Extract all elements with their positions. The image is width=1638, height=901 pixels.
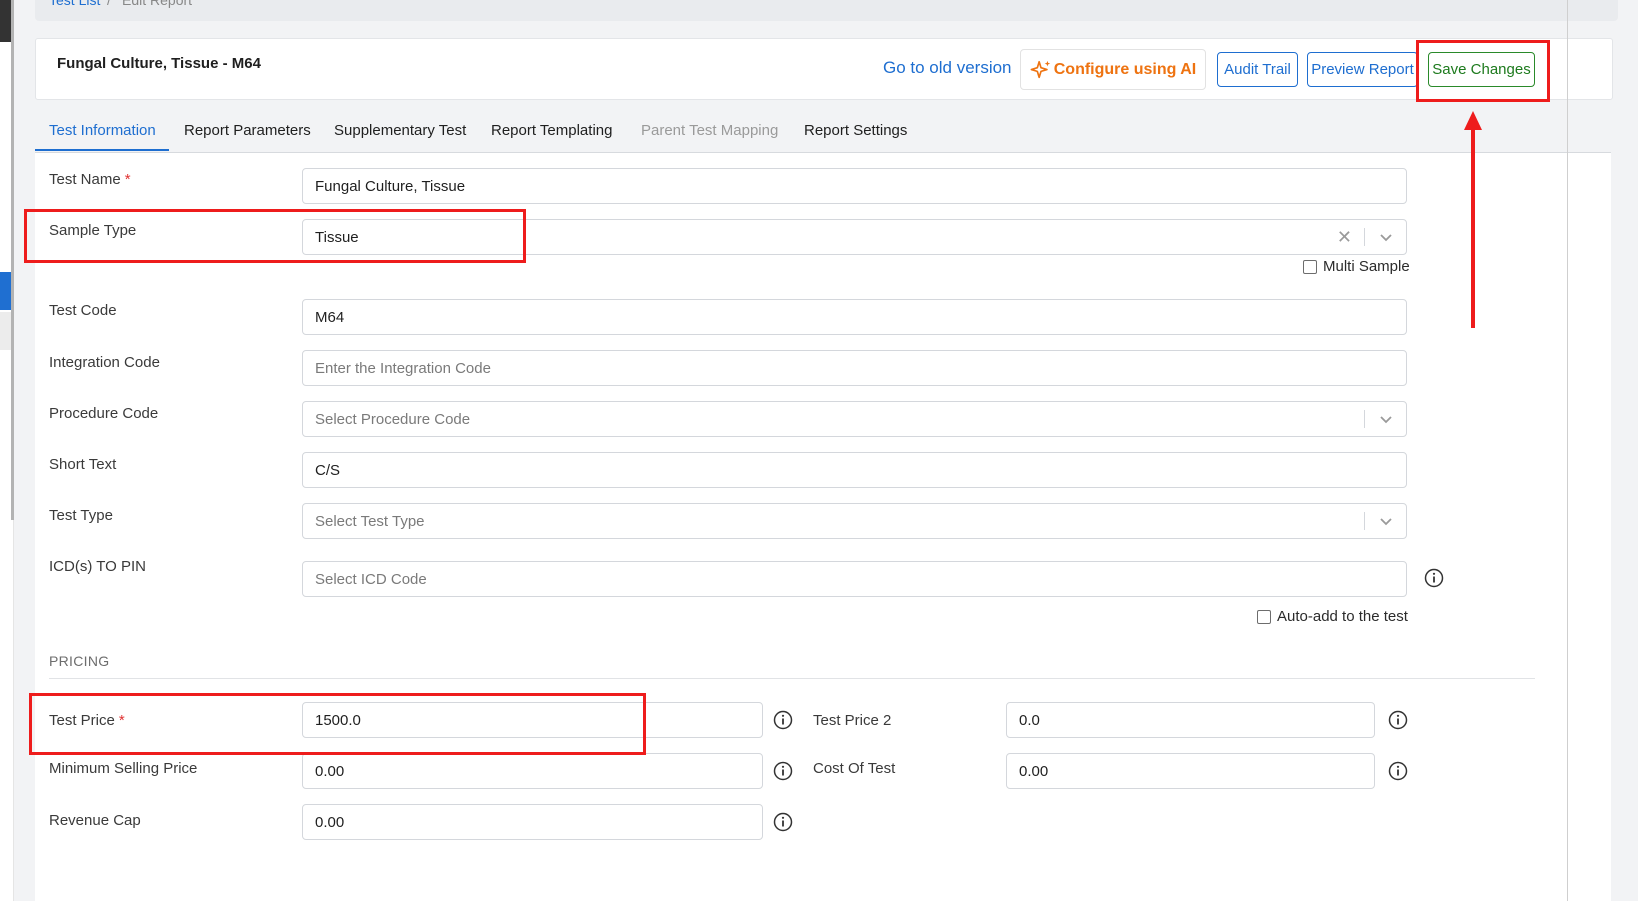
tab-report-templating[interactable]: Report Templating <box>491 122 612 139</box>
left-sidebar-strip <box>0 0 14 901</box>
configure-ai-label: Configure using AI <box>1053 60 1197 78</box>
checkbox-box[interactable] <box>1303 259 1317 274</box>
tab-report-parameters[interactable]: Report Parameters <box>184 122 311 139</box>
select-separator <box>1364 228 1365 246</box>
cost-of-test-label: Cost Of Test <box>813 760 896 777</box>
sidebar-dark-block <box>0 0 11 42</box>
minimum-selling-price-label: Minimum Selling Price <box>49 760 198 777</box>
preview-report-button[interactable]: Preview Report <box>1307 52 1418 87</box>
info-icon[interactable] <box>1424 568 1444 588</box>
tab-parent-test-mapping: Parent Test Mapping <box>641 122 779 139</box>
revenue-cap-label: Revenue Cap <box>49 812 141 829</box>
icd-to-pin-label: ICD(s) TO PIN <box>49 558 146 575</box>
info-icon[interactable] <box>773 761 793 781</box>
integration-code-label: Integration Code <box>49 354 160 371</box>
sidebar-item[interactable] <box>0 312 11 350</box>
minimum-selling-price-input[interactable]: 0.00 <box>302 753 763 789</box>
configure-ai-button[interactable]: Configure using AI <box>1020 49 1206 90</box>
test-price-2-label: Test Price 2 <box>813 712 892 729</box>
arrow-up-icon <box>1464 111 1482 328</box>
required-mark: * <box>124 171 131 188</box>
sidebar-active-item[interactable] <box>0 272 11 310</box>
breadcrumb-current: Edit Report <box>122 0 193 8</box>
revenue-cap-input[interactable]: 0.00 <box>302 804 763 840</box>
page-title: Fungal Culture, Tissue - M64 <box>57 55 261 72</box>
test-type-label: Test Type <box>49 507 113 524</box>
short-text-input[interactable]: C/S <box>302 452 1407 488</box>
cost-of-test-input[interactable]: 0.00 <box>1006 753 1375 789</box>
select-separator <box>1364 410 1365 428</box>
info-icon[interactable] <box>773 812 793 832</box>
active-tab-indicator <box>35 149 169 151</box>
checkbox-box[interactable] <box>1257 609 1271 624</box>
tab-supplementary-test[interactable]: Supplementary Test <box>334 122 466 139</box>
pricing-divider <box>49 678 1535 679</box>
auto-add-checkbox[interactable]: Auto-add to the test <box>1257 608 1408 625</box>
test-type-select[interactable]: Select Test Type <box>302 503 1407 539</box>
old-version-link[interactable]: Go to old version <box>883 58 1012 78</box>
audit-trail-button[interactable]: Audit Trail <box>1217 52 1298 87</box>
short-text-label: Short Text <box>49 456 117 473</box>
info-icon[interactable] <box>1388 710 1408 730</box>
pricing-section-title: PRICING <box>49 653 110 669</box>
info-icon[interactable] <box>1388 761 1408 781</box>
procedure-code-label: Procedure Code <box>49 405 159 422</box>
multi-sample-checkbox[interactable]: Multi Sample <box>1303 258 1410 275</box>
integration-code-input[interactable]: Enter the Integration Code <box>302 350 1407 386</box>
sparkle-icon <box>1030 60 1050 78</box>
right-edge-divider <box>1567 0 1568 901</box>
tab-test-information[interactable]: Test Information <box>49 122 156 139</box>
chevron-down-icon[interactable] <box>1378 229 1394 245</box>
info-icon[interactable] <box>773 710 793 730</box>
annotation-box-test-price <box>29 693 646 755</box>
breadcrumb: Test List / Edit Report <box>35 0 1618 21</box>
test-code-label: Test Code <box>49 302 117 319</box>
icd-code-select[interactable]: Select ICD Code <box>302 561 1407 597</box>
tab-report-settings[interactable]: Report Settings <box>804 122 907 139</box>
breadcrumb-link-test-list[interactable]: Test List <box>49 0 100 8</box>
test-code-input[interactable]: M64 <box>302 299 1407 335</box>
procedure-code-select[interactable]: Select Procedure Code <box>302 401 1407 437</box>
select-separator <box>1364 512 1365 530</box>
close-icon[interactable]: ✕ <box>1337 227 1352 248</box>
chevron-down-icon[interactable] <box>1378 513 1394 529</box>
annotation-box-sample-type <box>24 209 526 263</box>
chevron-down-icon[interactable] <box>1378 411 1394 427</box>
test-name-input[interactable]: Fungal Culture, Tissue <box>302 168 1407 204</box>
test-price-2-input[interactable]: 0.0 <box>1006 702 1375 738</box>
breadcrumb-separator: / <box>107 0 111 8</box>
annotation-box-save-changes <box>1416 40 1550 102</box>
test-name-label: Test Name * <box>49 171 131 188</box>
